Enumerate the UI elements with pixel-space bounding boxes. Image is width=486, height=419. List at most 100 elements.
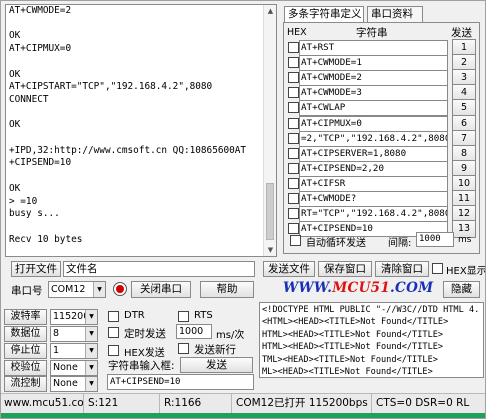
chevron-down-icon[interactable]: ▼ — [85, 327, 97, 341]
save-window-button[interactable]: 保存窗口 — [318, 261, 372, 277]
col-string-header: 字符串 — [356, 27, 388, 39]
chevron-down-icon[interactable]: ▼ — [93, 282, 105, 297]
row-hex-checkbox[interactable] — [288, 132, 299, 144]
port-label: 串口号 — [11, 285, 43, 297]
send-button[interactable]: 发送 — [180, 357, 253, 373]
row-hex-checkbox[interactable] — [288, 42, 299, 53]
data-bits-value: 8 — [53, 328, 60, 339]
brand-text: WWW.MCU51.COM — [283, 280, 434, 296]
col-send-header: 发送 — [451, 27, 472, 39]
flow-control-select[interactable]: None ▼ — [50, 376, 98, 392]
flow-control-value: None — [53, 378, 78, 389]
row-hex-checkbox[interactable] — [288, 57, 299, 69]
chevron-down-icon[interactable]: ▼ — [85, 361, 97, 375]
timed-send-label: 定时发送 — [124, 328, 166, 340]
timed-unit: ms/次 — [216, 330, 245, 341]
scroll-down-icon[interactable]: ▼ — [266, 245, 275, 255]
secondary-receive-text: <!DOCTYPE HTML PUBLIC "-//W3C//DTD HTML … — [262, 305, 480, 378]
rts-label: RTS — [194, 310, 213, 321]
row-string-input[interactable]: AT+CWLAP — [299, 100, 448, 117]
parity-value: None — [53, 362, 78, 373]
timed-send-checkbox[interactable] — [108, 327, 119, 338]
dtr-checkbox[interactable] — [108, 311, 119, 322]
interval-label: 间隔: — [388, 238, 412, 249]
open-file-button[interactable]: 打开文件 — [11, 261, 61, 277]
row-string-input[interactable]: =2,"TCP","192.168.4.2",8080 — [299, 130, 448, 147]
row-string-input[interactable]: AT+CWMODE=2 — [299, 70, 448, 87]
row-hex-checkbox[interactable] — [288, 147, 299, 159]
clear-window-button[interactable]: 清除窗口 — [375, 261, 429, 277]
row-hex-checkbox[interactable] — [288, 177, 299, 189]
hex-send-label: HEX发送 — [124, 348, 165, 359]
secondary-receive-area[interactable]: <!DOCTYPE HTML PUBLIC "-//W3C//DTD HTML … — [259, 302, 484, 378]
send-newline-label: 发送新行 — [194, 344, 236, 356]
hex-send-checkbox[interactable] — [108, 345, 119, 356]
timed-interval-input[interactable]: 1000 — [176, 324, 212, 339]
baud-label: 波特率 — [4, 309, 47, 325]
bottom-accent-bar — [0, 413, 486, 419]
interval-input[interactable]: 1000 — [416, 232, 454, 247]
row-hex-checkbox[interactable] — [288, 117, 299, 129]
tab-multi-string[interactable]: 多条字符串定义 — [284, 6, 364, 23]
scroll-thumb[interactable] — [266, 183, 274, 240]
help-button[interactable]: 帮助 — [200, 281, 254, 298]
brand-logo: WWW.MCU51.COM — [283, 280, 433, 296]
parity-select[interactable]: None ▼ — [50, 360, 98, 376]
data-bits-select[interactable]: 8 ▼ — [50, 326, 98, 342]
chevron-down-icon[interactable]: ▼ — [85, 377, 97, 391]
chevron-down-icon[interactable]: ▼ — [85, 310, 97, 324]
status-received: R:1166 — [160, 394, 232, 414]
hex-display-checkbox[interactable] — [432, 263, 443, 274]
row-hex-checkbox[interactable] — [288, 102, 299, 114]
row-string-input[interactable]: AT+CIPSEND=2,20 — [299, 160, 448, 177]
dtr-label: DTR — [124, 310, 145, 321]
row-string-input[interactable]: AT+CIPMUX=0 — [299, 115, 448, 132]
parity-label: 校验位 — [4, 360, 47, 376]
col-hex-header: HEX — [287, 27, 307, 38]
receive-textarea[interactable]: AT+CWMODE=2 OK AT+CIPMUX=0 OK AT+CIPSTAR… — [5, 4, 277, 257]
hide-button[interactable]: 隐藏 — [443, 281, 480, 298]
send-newline-checkbox[interactable] — [178, 343, 189, 354]
stop-bits-select[interactable]: 1 ▼ — [50, 343, 98, 359]
rts-checkbox[interactable] — [178, 311, 189, 322]
auto-loop-label: 自动循环发送 — [306, 238, 366, 249]
row-string-input[interactable]: AT+CWMODE=3 — [299, 85, 448, 102]
row-string-input[interactable]: AT+CWMODE? — [299, 191, 448, 207]
row-hex-checkbox[interactable] — [288, 208, 299, 220]
data-bits-label: 数据位 — [4, 326, 47, 342]
filename-field[interactable]: 文件名 — [63, 261, 255, 277]
hex-display-label: HEX显示 — [446, 266, 486, 277]
scroll-up-icon[interactable]: ▲ — [266, 6, 275, 16]
status-port: COM12已打开 115200bps — [232, 394, 372, 414]
row-hex-checkbox[interactable] — [288, 162, 299, 174]
flow-control-label: 流控制 — [4, 376, 47, 392]
auto-loop-checkbox[interactable] — [290, 235, 301, 246]
row-hex-checkbox[interactable] — [288, 193, 299, 204]
baud-select[interactable]: 115200 ▼ — [50, 309, 98, 325]
row-hex-checkbox[interactable] — [288, 223, 299, 235]
send-input[interactable]: AT+CIPSEND=10 — [107, 374, 254, 390]
send-file-button[interactable]: 发送文件 — [263, 261, 315, 277]
row-string-input[interactable]: AT+CWMODE=1 — [299, 55, 448, 72]
row-string-input[interactable]: RT="TCP","192.168.4.2",8080 — [299, 206, 448, 223]
chevron-down-icon[interactable]: ▼ — [85, 344, 97, 358]
receive-text: AT+CWMODE=2 OK AT+CIPMUX=0 OK AT+CIPSTAR… — [9, 5, 247, 245]
port-value: COM12 — [51, 284, 86, 295]
tab-serial-info[interactable]: 串口资料 — [367, 6, 423, 23]
stop-bits-label: 停止位 — [4, 343, 47, 359]
input-label: 字符串输入框: — [108, 360, 175, 372]
port-status-indicator-icon — [113, 282, 127, 296]
row-string-input[interactable]: AT+RST — [299, 40, 448, 56]
stop-bits-value: 1 — [53, 345, 60, 356]
status-signals: CTS=0 DSR=0 RL — [376, 397, 470, 409]
row-string-input[interactable]: AT+CIFSR — [299, 175, 448, 192]
port-select[interactable]: COM12 ▼ — [48, 281, 106, 298]
row-string-input[interactable]: AT+CIPSERVER=1,8080 — [299, 145, 448, 162]
status-sent: S:121 — [84, 394, 160, 414]
status-site: www.mcu51.cor — [0, 394, 84, 414]
status-bar: www.mcu51.cor S:121 R:1166 COM12已打开 1152… — [0, 393, 486, 414]
row-hex-checkbox[interactable] — [288, 72, 299, 84]
row-hex-checkbox[interactable] — [288, 87, 299, 99]
close-port-button[interactable]: 关闭串口 — [131, 281, 191, 298]
receive-scrollbar[interactable]: ▲ ▼ — [263, 5, 276, 256]
